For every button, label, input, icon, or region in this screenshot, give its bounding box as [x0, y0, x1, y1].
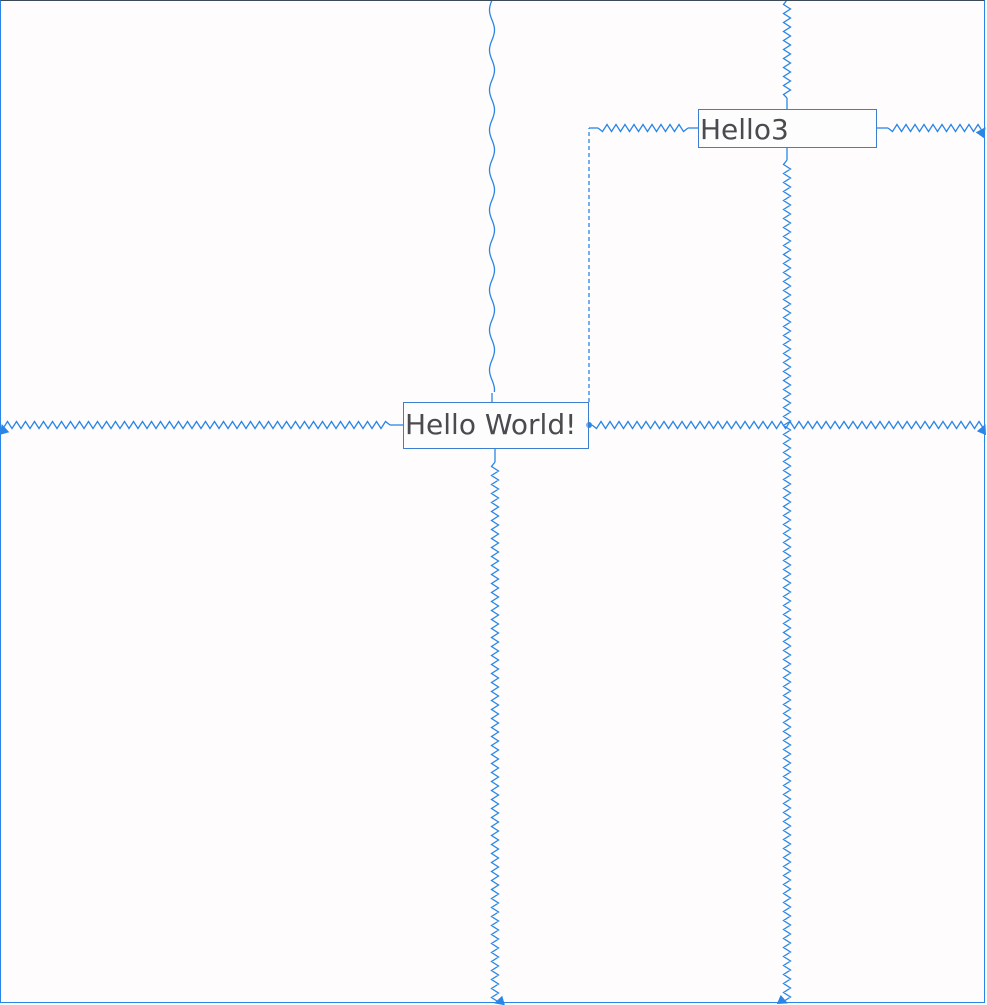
hello-world-bottom-constraint: [490, 461, 506, 1005]
hello-world-left-constraint: [0, 420, 391, 436]
hello3-top-constraint: [782, 0, 792, 99]
hello-world-top-constraint: [488, 0, 496, 393]
design-canvas[interactable]: Hello World! Hello3: [0, 0, 987, 1005]
hello3-right-constraint: [887, 123, 986, 139]
hello3-bottom-constraint: [776, 159, 792, 1005]
textview-hello3[interactable]: Hello3: [698, 109, 877, 148]
constraints-layer: [0, 0, 987, 1005]
hello3-left-constraint: [597, 123, 689, 133]
textview-hello-world[interactable]: Hello World!: [403, 402, 589, 449]
